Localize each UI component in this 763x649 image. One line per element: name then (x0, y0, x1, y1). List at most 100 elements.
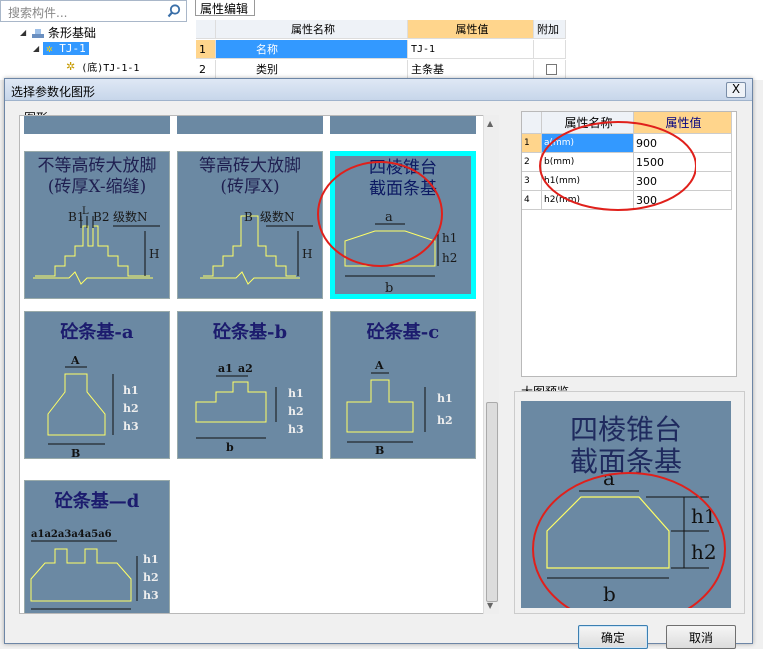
property-row[interactable]: 2 类别 主条基 (196, 60, 566, 79)
label-b: b (77, 613, 85, 614)
property-row[interactable]: 1 名称 TJ-1 (196, 40, 566, 59)
shape-param-grid: 属性名称 属性值 1 a(mm) 900 2 b(mm) 1500 3 h1(m… (521, 111, 737, 377)
header-property-value: 属性值 (408, 20, 534, 39)
scroll-thumb[interactable] (486, 402, 498, 602)
label-h2: h2 (123, 402, 139, 415)
label-a: A (374, 359, 384, 372)
brick-footing-diagram: B1 L B2 级数N H (33, 206, 160, 285)
partial-tile[interactable] (24, 116, 170, 134)
property-extra-cell (534, 40, 566, 59)
preview-label-a: a (603, 466, 615, 490)
label-h1: h1 (288, 387, 304, 400)
tree-root-label: 条形基础 (48, 26, 97, 40)
tree-node-grandchild[interactable]: ✲ (底)TJ-1-1 (66, 59, 139, 74)
property-name-cell[interactable]: 名称 (216, 40, 408, 59)
scroll-up-icon[interactable]: ▲ (487, 119, 493, 128)
parametric-shape-dialog: 选择参数化图形 X 图形 不等高砖大放脚 (砖厚X-缩缝) B1 L B2 (4, 78, 753, 649)
search-icon[interactable] (166, 3, 182, 19)
label-h2: h2 (437, 414, 453, 427)
shape-tile-concrete-c[interactable]: 砼条基-c A h1 h2 B (330, 311, 476, 459)
extra-checkbox[interactable] (534, 60, 566, 79)
partial-tile[interactable] (177, 116, 323, 134)
annotation-circle (317, 161, 443, 267)
header-property-name: 属性名称 (216, 20, 408, 39)
label-levels: 级数N (260, 209, 295, 224)
concrete-footing-diagram: a1 a2 h1 h2 h3 b (195, 362, 304, 454)
gear-icon: ✲ (66, 60, 76, 73)
tree-child-label: TJ-1 (59, 42, 86, 55)
label-h1: h1 (123, 384, 139, 397)
label-a1: a1 (218, 362, 233, 375)
cancel-button[interactable]: 取消 (666, 625, 736, 649)
label-h1: h1 (437, 392, 453, 405)
frustum-large-diagram: 四棱锥台 截面条基 a h1 h2 b (532, 413, 726, 626)
shape-tile-brick-unequal[interactable]: 不等高砖大放脚 (砖厚X-缩缝) B1 L B2 级数N H (24, 151, 170, 299)
preview-title-line1: 四棱锥台 (570, 413, 682, 446)
preview-label-b: b (603, 582, 616, 606)
shape-gallery: 不等高砖大放脚 (砖厚X-缩缝) B1 L B2 级数N H 等高砖大放脚 (砖… (19, 115, 497, 614)
label-h2: h2 (288, 405, 304, 418)
label-a2: a2 (238, 362, 253, 375)
large-preview: 四棱锥台 截面条基 a h1 h2 b (521, 401, 731, 626)
partial-tile[interactable] (330, 116, 476, 134)
label-h1: h1 (143, 553, 159, 566)
label-b: b (226, 441, 234, 454)
label-h3: h3 (123, 420, 139, 433)
concrete-footing-diagram: A h1 h2 h3 B (47, 354, 139, 460)
label-b: B (244, 210, 253, 224)
concrete-footing-diagram: a1a2a3a4a5a6 h1 h2 h3 b (30, 529, 159, 614)
label-levels: 级数N (113, 209, 148, 224)
header-extra: 附加 (534, 20, 566, 39)
shape-tile-concrete-b[interactable]: 砼条基-b a1 a2 h1 h2 h3 b (177, 311, 323, 459)
tile-title: 砼条基-b (212, 322, 288, 343)
label-h: H (149, 247, 159, 261)
label-l: L (82, 206, 89, 217)
dialog-titlebar[interactable]: 选择参数化图形 X (5, 79, 752, 101)
gear-icon: ✲ (46, 42, 53, 55)
tile-title: 砼条基-a (60, 322, 134, 343)
collapse-icon[interactable]: ◢ (20, 28, 30, 37)
search-box[interactable]: 搜索构件... (0, 0, 187, 22)
row-number: 1 (196, 40, 216, 59)
tab-property-editor[interactable]: 属性编辑 (195, 0, 255, 16)
property-name-cell[interactable]: 类别 (216, 60, 408, 79)
tile-title: 砼条基—d (54, 491, 140, 512)
shape-tile-brick-equal[interactable]: 等高砖大放脚 (砖厚X) B 级数N H (177, 151, 323, 299)
preview-label-h1: h1 (691, 504, 717, 528)
tile-title-line2: (砖厚X-缩缝) (47, 177, 147, 197)
concrete-footing-diagram: A h1 h2 B (346, 359, 453, 457)
property-grid: 属性名称 属性值 附加 1 名称 TJ-1 2 类别 主条基 (196, 20, 566, 80)
collapse-icon[interactable]: ◢ (33, 44, 43, 53)
row-number: 2 (196, 60, 216, 79)
ok-button[interactable]: 确定 (578, 625, 648, 649)
shape-tile-concrete-d[interactable]: 砼条基—d a1a2a3a4a5a6 h1 h2 h3 b (24, 480, 170, 614)
tile-title-line2: (砖厚X) (220, 177, 280, 197)
label-h3: h3 (288, 423, 304, 436)
tree-child-selected[interactable]: ✲ TJ-1 (43, 42, 89, 55)
tree-node-root[interactable]: ◢ 条形基础 (20, 24, 96, 41)
property-value-cell[interactable]: 主条基 (408, 60, 534, 79)
gallery-scrollbar[interactable]: ▲ ▼ (483, 115, 499, 614)
shape-tile-concrete-a[interactable]: 砼条基-a A h1 h2 h3 B (24, 311, 170, 460)
label-b: b (385, 281, 393, 296)
label-b2: B2 (93, 210, 109, 224)
annotation-circle (539, 121, 696, 211)
dialog-title: 选择参数化图形 (11, 85, 96, 99)
label-a: A (70, 354, 80, 367)
scroll-down-icon[interactable]: ▼ (487, 601, 493, 610)
brick-footing-diagram: B 级数N H (200, 209, 313, 285)
component-tree: ◢ 条形基础 ◢ ✲ TJ-1 ✲ (底)TJ-1-1 (0, 22, 190, 80)
tile-title-line1: 不等高砖大放脚 (37, 156, 157, 176)
strip-foundation-icon (32, 28, 44, 38)
close-button[interactable]: X (726, 82, 746, 98)
search-input[interactable]: 搜索构件... (8, 4, 67, 21)
property-value-cell[interactable]: TJ-1 (408, 40, 534, 59)
tree-grandchild-label: (底)TJ-1-1 (81, 63, 140, 74)
tile-title-line1: 等高砖大放脚 (199, 156, 301, 176)
label-h2: h2 (143, 571, 159, 584)
tile-title: 砼条基-c (366, 322, 440, 343)
label-b: B (375, 444, 384, 457)
label-a-series: a1a2a3a4a5a6 (31, 529, 112, 540)
preview-label-h2: h2 (691, 540, 717, 564)
tree-node-child[interactable]: ◢ ✲ TJ-1 (33, 42, 89, 55)
